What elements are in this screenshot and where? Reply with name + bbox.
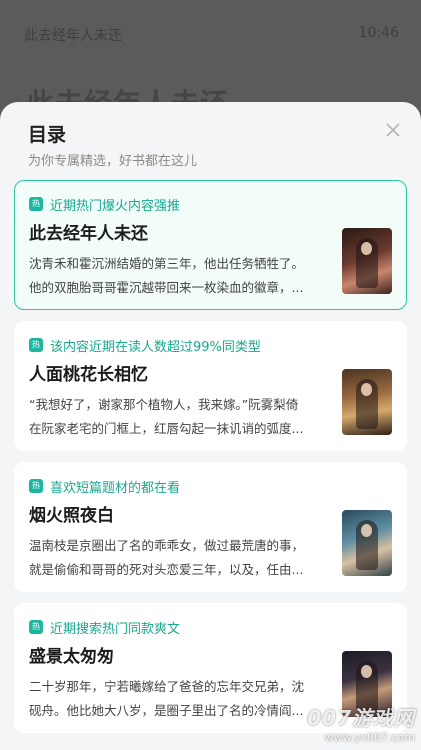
book-cover xyxy=(342,510,392,576)
watermark-url: www.yx007.com xyxy=(324,731,415,744)
book-title: 此去经年人未还 xyxy=(29,224,148,244)
book-description: 沈青禾和霍沉洲结婚的第三年，他出任务牺牲了。 他的双胞胎哥哥霍沉越带回来一枚染血… xyxy=(29,252,325,300)
book-description-line: 二十岁那年，宁若曦嫁给了爸爸的忘年交兄弟，沈 xyxy=(29,679,305,694)
book-description-line: 砚舟。他比她大八岁，是圈子里出了名的冷情阎... xyxy=(29,703,304,718)
hot-icon: 热 xyxy=(29,197,43,211)
background-status-bar: 此去经年人未还 10:46 xyxy=(0,0,421,64)
book-card[interactable]: 热 喜欢短篇题材的都在看 烟火照夜白 温南枝是京圈出了名的乖乖女，做过最荒唐的事… xyxy=(14,462,407,592)
book-tag: 热 近期搜索热门同款爽文 xyxy=(29,618,181,637)
book-list: 热 近期热门爆火内容强推 此去经年人未还 沈青禾和霍沉洲结婚的第三年，他出任务牺… xyxy=(14,180,407,744)
book-card[interactable]: 热 近期热门爆火内容强推 此去经年人未还 沈青禾和霍沉洲结婚的第三年，他出任务牺… xyxy=(14,180,407,310)
hot-icon: 热 xyxy=(29,479,43,493)
book-tag-text: 近期热门爆火内容强推 xyxy=(50,198,181,214)
book-cover xyxy=(342,228,392,294)
book-description-line: 沈青禾和霍沉洲结婚的第三年，他出任务牺牲了。 xyxy=(29,256,305,271)
book-tag-text: 喜欢短篇题材的都在看 xyxy=(50,480,181,496)
site-watermark: 007游戏网 www.yx007.com xyxy=(307,702,415,744)
close-button[interactable] xyxy=(381,118,405,142)
book-title: 盛景太匆匆 xyxy=(29,647,114,667)
book-description-line: 温南枝是京圈出了名的乖乖女，做过最荒唐的事， xyxy=(29,538,305,553)
close-icon xyxy=(386,123,400,137)
book-tag: 热 该内容近期在读人数超过99%同类型 xyxy=(29,336,261,355)
background-book-title: 此去经年人未还 xyxy=(24,28,122,44)
book-card[interactable]: 热 该内容近期在读人数超过99%同类型 人面桃花长相忆 “我想好了，谢家那个植物… xyxy=(14,321,407,451)
sheet-title: 目录 xyxy=(28,124,67,146)
book-tag: 热 近期热门爆火内容强推 xyxy=(29,195,181,214)
sheet-subtitle: 为你专属精选，好书都在这儿 xyxy=(28,154,198,169)
book-description-line: “我想好了，谢家那个植物人，我来嫁。”阮雾梨倚 xyxy=(29,397,299,412)
book-description: “我想好了，谢家那个植物人，我来嫁。”阮雾梨倚 在阮家老宅的门框上，红唇勾起一抹… xyxy=(29,393,325,441)
watermark-logo-text: 007游戏网 xyxy=(307,706,415,730)
hot-icon: 热 xyxy=(29,620,43,634)
book-description: 温南枝是京圈出了名的乖乖女，做过最荒唐的事， 就是偷偷和哥哥的死对头恋爱三年，以… xyxy=(29,534,325,582)
book-description-line: 就是偷偷和哥哥的死对头恋爱三年，以及，任由... xyxy=(29,562,304,577)
sheet-header: 目录 为你专属精选，好书都在这儿 xyxy=(0,102,421,182)
catalog-sheet: 目录 为你专属精选，好书都在这儿 热 近期热门爆火内容强推 此去经年人未还 沈青… xyxy=(0,102,421,750)
book-tag-text: 该内容近期在读人数超过99%同类型 xyxy=(50,339,261,355)
book-title: 烟火照夜白 xyxy=(29,506,114,526)
book-description-line: 他的双胞胎哥哥霍沉越带回来一枚染血的徽章，... xyxy=(29,280,304,295)
hot-icon: 热 xyxy=(29,338,43,352)
book-tag: 热 喜欢短篇题材的都在看 xyxy=(29,477,181,496)
status-time: 10:46 xyxy=(358,25,399,41)
book-description-line: 在阮家老宅的门框上，红唇勾起一抹讥诮的弧度... xyxy=(29,421,304,436)
book-description: 二十岁那年，宁若曦嫁给了爸爸的忘年交兄弟，沈 砚舟。他比她大八岁，是圈子里出了名… xyxy=(29,675,325,723)
book-tag-text: 近期搜索热门同款爽文 xyxy=(50,621,181,637)
book-cover xyxy=(342,369,392,435)
book-title: 人面桃花长相忆 xyxy=(29,365,148,385)
